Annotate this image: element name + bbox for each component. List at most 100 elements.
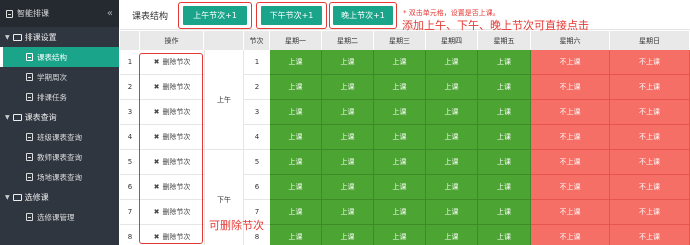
schedule-cell[interactable]: 上课 bbox=[374, 225, 426, 245]
sidebar-item-schedule-structure[interactable]: 课表结构 bbox=[0, 47, 119, 67]
period-group-label: 上午 bbox=[204, 50, 244, 150]
schedule-cell[interactable]: 上课 bbox=[322, 75, 374, 100]
add-afternoon-period-button[interactable]: 下午节次+1 bbox=[261, 6, 322, 25]
row-number: 7 bbox=[120, 200, 140, 225]
column-header bbox=[120, 31, 140, 50]
schedule-cell[interactable]: 不上课 bbox=[610, 150, 690, 175]
document-icon bbox=[26, 133, 33, 141]
sidebar-item-label: 学期周次 bbox=[37, 72, 67, 82]
schedule-cell[interactable]: 上课 bbox=[478, 125, 531, 150]
sidebar-item-term-weeks[interactable]: 学期周次 bbox=[0, 67, 119, 87]
period-number: 1 bbox=[244, 50, 270, 75]
schedule-cell[interactable]: 上课 bbox=[322, 125, 374, 150]
collapse-sidebar-icon[interactable]: « bbox=[107, 8, 113, 19]
schedule-cell[interactable]: 上课 bbox=[270, 100, 322, 125]
schedule-cell[interactable]: 上课 bbox=[270, 150, 322, 175]
schedule-cell[interactable]: 上课 bbox=[426, 225, 478, 245]
sidebar-item-label: 选修课管理 bbox=[37, 212, 75, 222]
folder-icon bbox=[12, 113, 22, 121]
column-header: 节次 bbox=[244, 31, 270, 50]
schedule-cell[interactable]: 不上课 bbox=[531, 125, 610, 150]
schedule-cell[interactable]: 不上课 bbox=[531, 75, 610, 100]
add-evening-period-button[interactable]: 晚上节次+1 bbox=[333, 6, 393, 25]
schedule-cell[interactable]: 不上课 bbox=[531, 200, 610, 225]
schedule-cell[interactable]: 上课 bbox=[374, 200, 426, 225]
schedule-cell[interactable]: 上课 bbox=[426, 125, 478, 150]
schedule-cell[interactable]: 不上课 bbox=[531, 175, 610, 200]
sidebar-header: 智能排课 « bbox=[0, 0, 119, 27]
schedule-cell[interactable]: 上课 bbox=[322, 225, 374, 245]
period-number: 5 bbox=[244, 150, 270, 175]
schedule-cell[interactable]: 上课 bbox=[322, 200, 374, 225]
row-number: 4 bbox=[120, 125, 140, 150]
sidebar-item-venue-query[interactable]: 场地课表查询 bbox=[0, 167, 119, 187]
schedule-cell[interactable]: 上课 bbox=[426, 200, 478, 225]
sidebar-item-class-query[interactable]: 班级课表查询 bbox=[0, 127, 119, 147]
document-icon bbox=[26, 93, 33, 101]
schedule-cell[interactable]: 上课 bbox=[478, 100, 531, 125]
document-icon bbox=[26, 53, 33, 61]
schedule-cell[interactable]: 上课 bbox=[270, 225, 322, 245]
schedule-cell[interactable]: 不上课 bbox=[531, 225, 610, 245]
schedule-cell[interactable]: 上课 bbox=[426, 50, 478, 75]
schedule-cell[interactable]: 不上课 bbox=[610, 75, 690, 100]
schedule-icon bbox=[6, 9, 13, 18]
column-header: 星期五 bbox=[478, 31, 531, 50]
sidebar-group-label: 排课设置 bbox=[24, 32, 57, 42]
period-number: 6 bbox=[244, 175, 270, 200]
row-number: 8 bbox=[120, 225, 140, 245]
schedule-cell[interactable]: 上课 bbox=[270, 50, 322, 75]
schedule-cell[interactable]: 上课 bbox=[374, 100, 426, 125]
schedule-cell[interactable]: 上课 bbox=[270, 125, 322, 150]
schedule-cell[interactable]: 上课 bbox=[374, 175, 426, 200]
schedule-cell[interactable]: 上课 bbox=[374, 75, 426, 100]
schedule-cell[interactable]: 上课 bbox=[478, 175, 531, 200]
document-icon bbox=[26, 213, 33, 221]
schedule-cell[interactable]: 不上课 bbox=[531, 150, 610, 175]
folder-icon bbox=[12, 193, 22, 201]
sidebar-item-teacher-query[interactable]: 教师课表查询 bbox=[0, 147, 119, 167]
sidebar-item-scheduling-tasks[interactable]: 排课任务 bbox=[0, 87, 119, 107]
schedule-cell[interactable]: 不上课 bbox=[610, 200, 690, 225]
schedule-cell[interactable]: 上课 bbox=[426, 150, 478, 175]
schedule-cell[interactable]: 不上课 bbox=[531, 100, 610, 125]
column-header: 星期六 bbox=[531, 31, 610, 50]
annotation-box bbox=[139, 53, 203, 244]
sidebar-group-settings[interactable]: ▼ 排课设置 bbox=[0, 27, 119, 47]
schedule-cell[interactable]: 上课 bbox=[270, 75, 322, 100]
schedule-cell[interactable]: 上课 bbox=[322, 50, 374, 75]
column-header: 星期二 bbox=[322, 31, 374, 50]
schedule-cell[interactable]: 不上课 bbox=[610, 125, 690, 150]
schedule-cell[interactable]: 上课 bbox=[374, 125, 426, 150]
schedule-cell[interactable]: 上课 bbox=[478, 225, 531, 245]
schedule-cell[interactable]: 上课 bbox=[322, 175, 374, 200]
schedule-cell[interactable]: 不上课 bbox=[610, 50, 690, 75]
row-number: 3 bbox=[120, 100, 140, 125]
column-header: 星期三 bbox=[374, 31, 426, 50]
sidebar-group-electives[interactable]: ▼ 选修课 bbox=[0, 187, 119, 207]
schedule-cell[interactable]: 上课 bbox=[374, 50, 426, 75]
sidebar-title: 智能排课 bbox=[6, 8, 49, 19]
schedule-cell[interactable]: 不上课 bbox=[610, 225, 690, 245]
add-morning-period-button[interactable]: 上午节次+1 bbox=[183, 6, 247, 25]
row-number: 6 bbox=[120, 175, 140, 200]
schedule-cell[interactable]: 不上课 bbox=[531, 50, 610, 75]
sidebar-item-label: 班级课表查询 bbox=[37, 132, 82, 142]
schedule-cell[interactable]: 上课 bbox=[322, 150, 374, 175]
schedule-cell[interactable]: 上课 bbox=[322, 100, 374, 125]
schedule-cell[interactable]: 上课 bbox=[478, 150, 531, 175]
schedule-cell[interactable]: 上课 bbox=[478, 200, 531, 225]
schedule-cell[interactable]: 上课 bbox=[270, 175, 322, 200]
schedule-cell[interactable]: 上课 bbox=[478, 50, 531, 75]
schedule-cell[interactable]: 上课 bbox=[374, 150, 426, 175]
schedule-cell[interactable]: 上课 bbox=[270, 200, 322, 225]
schedule-cell[interactable]: 上课 bbox=[426, 100, 478, 125]
sidebar-item-elective-management[interactable]: 选修课管理 bbox=[0, 207, 119, 227]
schedule-cell[interactable]: 上课 bbox=[426, 75, 478, 100]
sidebar-group-query[interactable]: ▼ 课表查询 bbox=[0, 107, 119, 127]
schedule-cell[interactable]: 不上课 bbox=[610, 175, 690, 200]
schedule-cell[interactable]: 上课 bbox=[478, 75, 531, 100]
column-header: 星期四 bbox=[426, 31, 478, 50]
schedule-cell[interactable]: 上课 bbox=[426, 175, 478, 200]
schedule-cell[interactable]: 不上课 bbox=[610, 100, 690, 125]
